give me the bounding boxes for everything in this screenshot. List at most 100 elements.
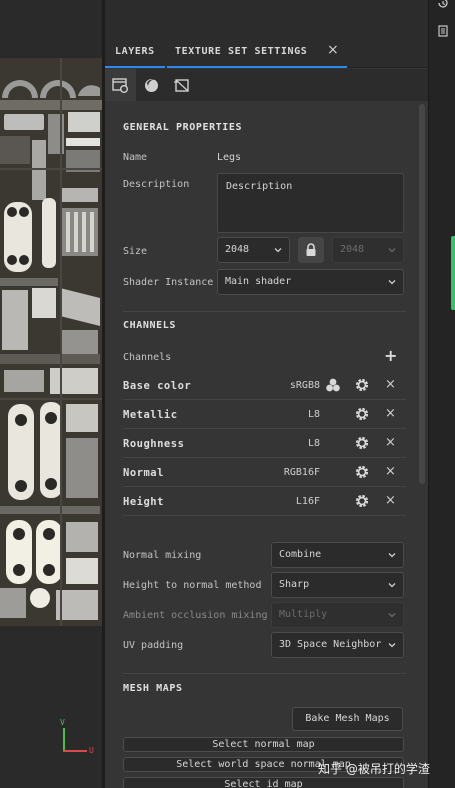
normal-mixing-value: Combine [279, 549, 322, 560]
shader-sphere-icon [145, 78, 158, 92]
display-mode-button[interactable] [167, 69, 198, 101]
history-icon[interactable] [437, 0, 449, 9]
chevron-down-icon [388, 248, 396, 253]
channels-header: CHANNELS [123, 320, 176, 331]
mesh-maps-header: MESH MAPS [123, 683, 183, 694]
channel-name: Height [123, 496, 164, 508]
channel-format[interactable]: L16F [296, 496, 320, 507]
select-id-map-button[interactable]: Select id map [123, 777, 404, 788]
tab-texture-set-settings-underline [167, 66, 347, 68]
panel-top-bar [105, 0, 428, 38]
shader-mode-button[interactable] [136, 69, 167, 101]
height-to-normal-value: Sharp [279, 579, 310, 590]
channels-label: Channels [123, 352, 172, 363]
height-to-normal-select[interactable]: Sharp [271, 572, 404, 598]
name-value: Legs [217, 152, 242, 163]
size-linked-value: 2048 [340, 244, 365, 255]
close-tab-icon[interactable]: × [327, 42, 339, 58]
axis-u-line [63, 750, 87, 752]
shader-instance-label: Shader Instance [123, 277, 214, 288]
chevron-down-icon [388, 280, 396, 285]
bake-mesh-maps-button[interactable]: Bake Mesh Maps [292, 707, 403, 731]
gear-icon[interactable] [354, 406, 370, 422]
texture-set-mode-button[interactable] [105, 69, 136, 101]
channel-row[interactable]: Height L16F × [105, 487, 428, 516]
chevron-down-icon [274, 248, 282, 253]
channel-row[interactable]: Roughness L8 × [105, 429, 428, 458]
gear-icon[interactable] [354, 464, 370, 480]
remove-channel-icon[interactable]: × [385, 493, 396, 508]
gear-icon[interactable] [354, 493, 370, 509]
section-divider [123, 515, 406, 516]
normal-mixing-label: Normal mixing [123, 550, 202, 561]
uv-padding-value: 3D Space Neighbor [279, 639, 382, 650]
texture-set-settings-icon [112, 77, 128, 93]
add-channel-icon[interactable]: + [384, 346, 397, 365]
channel-name: Base color [123, 380, 192, 392]
chevron-down-icon [388, 613, 396, 618]
ao-mixing-value: Multiply [279, 609, 328, 620]
ao-mixing-select: Multiply [271, 602, 404, 628]
normal-mixing-select[interactable]: Combine [271, 542, 404, 568]
texture-set-settings-panel: LAYERS TEXTURE SET SETTINGS × GENERAL PR… [105, 0, 428, 788]
size-lock-button[interactable] [298, 237, 324, 263]
right-toolbar [428, 0, 455, 788]
axis-v-label: V [60, 718, 65, 727]
panel-content: GENERAL PROPERTIES Name Legs Description… [105, 101, 428, 788]
channel-format[interactable]: L8 [308, 438, 320, 449]
channel-row[interactable]: Base color sRGB8 × [105, 371, 428, 400]
ao-mixing-label: Ambient occlusion mixing [123, 610, 268, 621]
height-to-normal-label: Height to normal method [123, 580, 262, 591]
uv-axis-gizmo: V U [60, 718, 100, 760]
channel-name: Normal [123, 467, 164, 479]
description-text: Description [226, 181, 293, 192]
uv-padding-select[interactable]: 3D Space Neighbor [271, 632, 404, 658]
viewport-2d[interactable]: V U [0, 0, 102, 788]
channel-name: Roughness [123, 438, 185, 450]
name-label: Name [123, 152, 148, 163]
section-divider [123, 311, 406, 312]
channel-name: Metallic [123, 409, 178, 421]
shader-instance-value: Main shader [225, 276, 292, 287]
watermark-text: 知乎 @被吊打的学渣 [318, 762, 430, 776]
channel-row[interactable]: Metallic L8 × [105, 400, 428, 429]
uv-texture-preview [0, 58, 102, 626]
status-indicator-bar [451, 236, 455, 310]
tab-layers[interactable]: LAYERS [115, 46, 155, 57]
gear-icon[interactable] [354, 435, 370, 451]
size-linked-select: 2048 [332, 237, 404, 263]
tab-layers-underline [105, 66, 165, 68]
display-settings-icon [174, 78, 189, 92]
description-label: Description [123, 179, 190, 190]
channel-format[interactable]: L8 [308, 409, 320, 420]
remove-channel-icon[interactable]: × [385, 435, 396, 450]
chevron-down-icon [388, 553, 396, 558]
size-label: Size [123, 246, 148, 257]
chevron-down-icon [388, 643, 396, 648]
axis-v-line [63, 728, 65, 752]
remove-channel-icon[interactable]: × [385, 377, 396, 392]
general-properties-header: GENERAL PROPERTIES [123, 122, 243, 133]
axis-u-label: U [89, 746, 94, 755]
settings-mode-bar [105, 69, 428, 101]
gear-icon[interactable] [354, 377, 370, 393]
panel-tab-bar: LAYERS TEXTURE SET SETTINGS × [105, 38, 428, 68]
section-divider [123, 673, 406, 674]
document-icon[interactable] [437, 25, 449, 37]
select-normal-map-button[interactable]: Select normal map [123, 737, 404, 752]
uv-padding-label: UV padding [123, 640, 184, 651]
lock-icon [306, 243, 316, 256]
description-field[interactable]: Description [217, 173, 404, 233]
tab-texture-set-settings[interactable]: TEXTURE SET SETTINGS [175, 46, 307, 57]
channel-format[interactable]: sRGB8 [290, 380, 320, 391]
chevron-down-icon [388, 583, 396, 588]
remove-channel-icon[interactable]: × [385, 406, 396, 421]
shader-instance-select[interactable]: Main shader [217, 269, 404, 295]
size-select-value: 2048 [225, 244, 250, 255]
channel-format[interactable]: RGB16F [284, 467, 320, 478]
remove-channel-icon[interactable]: × [385, 464, 396, 479]
channel-row[interactable]: Normal RGB16F × [105, 458, 428, 487]
texture-render [0, 58, 102, 626]
channel-color-icon[interactable] [325, 377, 341, 393]
size-select[interactable]: 2048 [217, 237, 290, 263]
